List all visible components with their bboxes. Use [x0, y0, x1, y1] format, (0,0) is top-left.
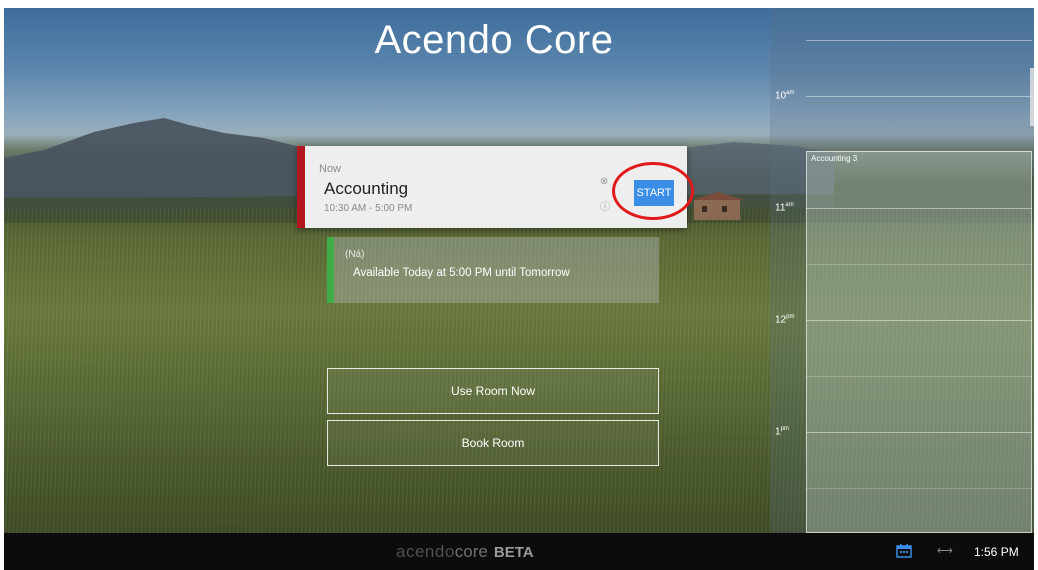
brand-logo: acendocore BETA	[396, 542, 534, 562]
busy-status-bar	[297, 146, 305, 228]
half-hour-line	[806, 376, 1032, 377]
half-hour-line	[806, 40, 1032, 41]
hour-label-11am: 11am	[775, 202, 794, 214]
taskbar: acendocore BETA ⟷ 1:56 PM	[4, 533, 1034, 570]
available-status-bar	[327, 237, 334, 303]
calendar-icon[interactable]	[896, 544, 912, 558]
brand-acendo: acendo	[396, 542, 455, 561]
agenda-scrollbar[interactable]	[1030, 68, 1034, 126]
hour-label-1pm: 1pm	[775, 426, 789, 438]
now-label: Now	[319, 163, 342, 175]
agenda-panel[interactable]: 10am Accounting 3 11am 12pm 1pm	[770, 8, 1034, 533]
hour-label-10am: 10am	[775, 90, 795, 102]
hour-label-12pm: 12pm	[775, 314, 795, 326]
taskbar-clock: 1:56 PM	[974, 545, 1019, 559]
half-hour-line	[806, 488, 1032, 489]
brand-core: core	[454, 542, 488, 561]
brand-beta: BETA	[493, 544, 534, 561]
book-room-button[interactable]: Book Room	[327, 420, 659, 466]
background-landscape: Acendo Core 10am Accounting 3 11am 12pm …	[4, 8, 1034, 533]
app-title: Acendo Core	[374, 18, 614, 62]
extend-icon[interactable]: ⊗	[600, 176, 608, 187]
meeting-title: Accounting	[324, 179, 409, 198]
arrows-horizontal-icon[interactable]: ⟷	[937, 544, 953, 557]
farmhouse	[692, 192, 744, 220]
agenda-event-title: Accounting 3	[811, 154, 858, 163]
hour-line	[806, 320, 1032, 321]
next-label: (Ná)	[345, 249, 365, 260]
meeting-time: 10:30 AM - 5:00 PM	[324, 203, 413, 214]
availability-text: Available Today at 5:00 PM until Tomorro…	[353, 267, 570, 279]
hour-line	[806, 432, 1032, 433]
start-button-highlight	[612, 162, 694, 220]
use-room-now-button[interactable]: Use Room Now	[327, 368, 659, 414]
next-availability-card: (Ná) Available Today at 5:00 PM until To…	[327, 237, 659, 303]
half-hour-line	[806, 264, 1032, 265]
hour-line	[806, 208, 1032, 209]
hour-line	[806, 96, 1032, 97]
info-icon[interactable]: ⓘ	[600, 198, 610, 213]
